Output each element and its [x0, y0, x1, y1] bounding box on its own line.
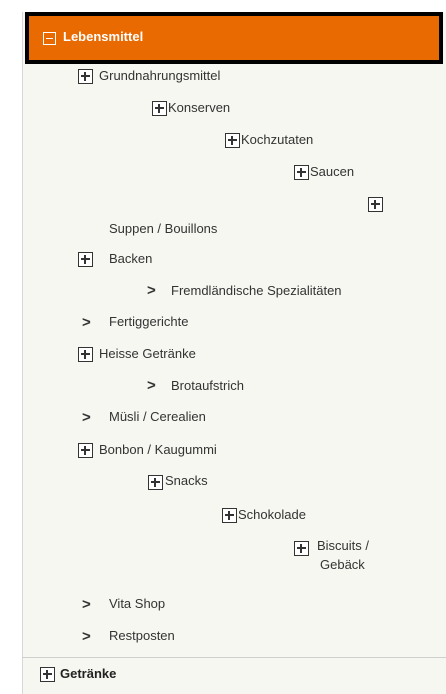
expand-icon[interactable] — [148, 475, 163, 490]
chevron-right-icon: > — [82, 409, 91, 426]
tree-item-saucen[interactable]: Saucen — [310, 163, 354, 181]
category-header-lebensmittel[interactable]: Lebensmittel — [25, 12, 443, 64]
chevron-right-icon: > — [147, 377, 156, 394]
expand-icon[interactable] — [78, 69, 93, 84]
tree-item-bonbon-kaugummi[interactable]: Bonbon / Kaugummi — [99, 441, 217, 459]
tree-item-vita-shop[interactable]: Vita Shop — [109, 595, 165, 613]
tree-item-muesli-cerealien[interactable]: Müsli / Cerealien — [109, 408, 206, 426]
tree-item-schokolade[interactable]: Schokolade — [238, 506, 306, 524]
tree-item-kochzutaten[interactable]: Kochzutaten — [241, 131, 313, 149]
tree-item-biscuits[interactable]: Biscuits / — [317, 537, 369, 555]
expand-icon[interactable] — [78, 252, 93, 267]
expand-icon[interactable] — [222, 508, 237, 523]
expand-icon[interactable] — [225, 133, 240, 148]
chevron-right-icon: > — [147, 282, 156, 299]
expand-icon[interactable] — [368, 197, 383, 212]
tree-item-heisse-getraenke[interactable]: Heisse Getränke — [99, 345, 196, 363]
divider — [22, 657, 446, 658]
tree-item-restposten[interactable]: Restposten — [109, 627, 175, 645]
expand-icon[interactable] — [294, 541, 309, 556]
tree-item-brotaufstrich[interactable]: Brotaufstrich — [171, 377, 244, 395]
expand-icon[interactable] — [78, 347, 93, 362]
collapse-icon[interactable] — [43, 32, 56, 45]
tree-item-backen[interactable]: Backen — [109, 250, 152, 268]
tree-item-fertiggerichte[interactable]: Fertiggerichte — [109, 313, 188, 331]
expand-icon[interactable] — [294, 165, 309, 180]
chevron-right-icon: > — [82, 628, 91, 645]
expand-icon[interactable] — [78, 443, 93, 458]
category-header-label: Lebensmittel — [63, 29, 144, 44]
category-getraenke[interactable]: Getränke — [60, 665, 116, 683]
tree-item-fremdlaendische-spezialitaeten[interactable]: Fremdländische Spezialitäten — [171, 282, 342, 300]
chevron-right-icon: > — [82, 314, 91, 331]
tree-item-suppen-bouillons[interactable]: Suppen / Bouillons — [109, 220, 217, 238]
chevron-right-icon: > — [82, 596, 91, 613]
tree-item-snacks[interactable]: Snacks — [165, 472, 208, 490]
tree-item-gebaeck[interactable]: Gebäck — [320, 556, 365, 574]
expand-icon[interactable] — [40, 667, 55, 682]
expand-icon[interactable] — [152, 101, 167, 116]
tree-item-grundnahrungsmittel[interactable]: Grundnahrungsmittel — [99, 67, 220, 85]
tree-item-konserven[interactable]: Konserven — [168, 99, 230, 117]
